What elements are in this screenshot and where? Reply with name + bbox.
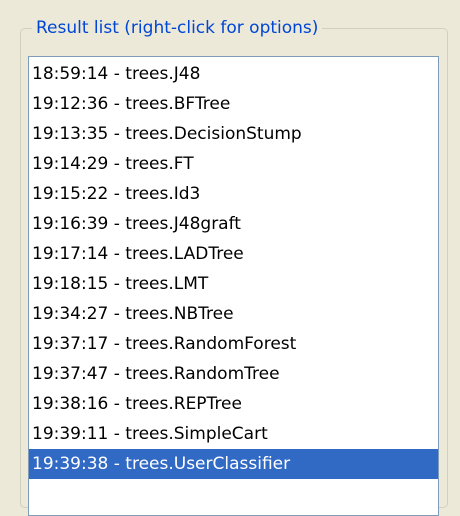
list-item[interactable]: 19:16:39 - trees.J48graft bbox=[29, 209, 438, 239]
list-item[interactable]: 19:39:11 - trees.SimpleCart bbox=[29, 419, 438, 449]
list-item[interactable]: 19:17:14 - trees.LADTree bbox=[29, 239, 438, 269]
list-item[interactable]: 19:37:47 - trees.RandomTree bbox=[29, 359, 438, 389]
list-item[interactable]: 18:59:14 - trees.J48 bbox=[29, 59, 438, 89]
list-item[interactable]: 19:13:35 - trees.DecisionStump bbox=[29, 119, 438, 149]
list-item[interactable]: 19:18:15 - trees.LMT bbox=[29, 269, 438, 299]
list-item[interactable]: 19:38:16 - trees.REPTree bbox=[29, 389, 438, 419]
list-item[interactable]: 19:15:22 - trees.Id3 bbox=[29, 179, 438, 209]
list-item[interactable]: 19:34:27 - trees.NBTree bbox=[29, 299, 438, 329]
result-list-title: Result list (right-click for options) bbox=[32, 16, 323, 40]
list-item-selected[interactable]: 19:39:38 - trees.UserClassifier bbox=[29, 449, 438, 479]
result-list[interactable]: 18:59:14 - trees.J48 19:12:36 - trees.BF… bbox=[28, 56, 439, 516]
list-item[interactable]: 19:14:29 - trees.FT bbox=[29, 149, 438, 179]
list-item[interactable]: 19:37:17 - trees.RandomForest bbox=[29, 329, 438, 359]
list-item[interactable]: 19:12:36 - trees.BFTree bbox=[29, 89, 438, 119]
